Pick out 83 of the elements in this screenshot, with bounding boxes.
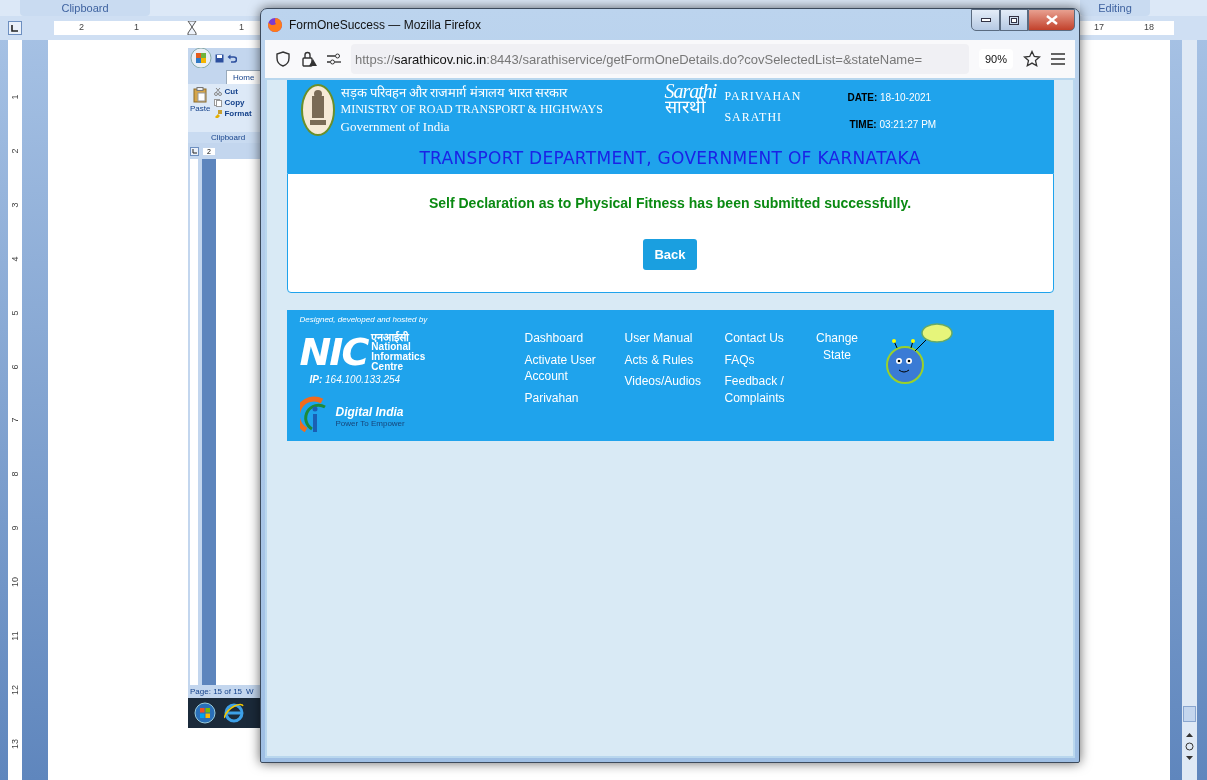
- parivahan-label: PARIVAHAN: [724, 89, 802, 104]
- ruler-number: 2: [79, 22, 84, 32]
- save-icon[interactable]: [215, 53, 224, 63]
- footer-link[interactable]: Dashboard: [524, 330, 625, 347]
- close-icon: [1045, 15, 1058, 25]
- ribbon-command[interactable]: Cut: [224, 87, 238, 96]
- tab-stop-icon: [8, 21, 22, 35]
- menu-icon[interactable]: [1051, 53, 1065, 65]
- back-button[interactable]: Back: [643, 239, 697, 270]
- ruler-number: 1: [239, 22, 244, 32]
- ministry-name: MINISTRY OF ROAD TRANSPORT & HIGHWAYS: [340, 101, 604, 118]
- ruler-number: 17: [1094, 22, 1104, 32]
- department-title: TRANSPORT DEPARTMENT, GOVERNMENT OF KARNATAKA: [418, 147, 922, 168]
- indent-marker-icon: [187, 21, 197, 35]
- ruler-number: 1: [10, 94, 20, 100]
- time-text: TIME: 03:21:27 PM: [849, 119, 937, 130]
- lock-warning-icon[interactable]: [301, 51, 317, 67]
- ribbon-command[interactable]: Format: [224, 109, 252, 118]
- clipboard-icon[interactable]: [193, 87, 208, 103]
- ruler-number: 10: [10, 577, 20, 588]
- ruler-number: 6: [10, 364, 20, 370]
- page-count: Page: 15 of 15: [190, 687, 243, 696]
- address-field[interactable]: https://sarathicov.nic.in:8443/sarathiservice/getFormOneDetails.do?covSelectedList=&stateName=: [351, 44, 969, 74]
- ruler-number: 9: [10, 525, 20, 531]
- previous-page-icon: [1185, 732, 1194, 738]
- footer-link[interactable]: Acts & Rules: [624, 351, 725, 368]
- ruler-number: 7: [10, 418, 20, 423]
- ruler-number: 5: [10, 310, 20, 316]
- footer-link[interactable]: Parivahan: [524, 389, 625, 406]
- ruler-number: 11: [10, 631, 20, 641]
- national-emblem-icon: [300, 84, 335, 136]
- scrollbar-thumb[interactable]: [1183, 706, 1196, 722]
- browser-e-icon[interactable]: [224, 703, 244, 723]
- footer-link[interactable]: Contact Us: [724, 330, 815, 347]
- maximize-button[interactable]: [1000, 9, 1028, 31]
- ribbon-tab[interactable]: Home: [226, 70, 262, 84]
- date-text: DATE: 18-10-2021: [847, 92, 933, 103]
- digital-india-logo: Digital India Power To Empower: [335, 404, 405, 428]
- success-message: Self Declaration as to Physical Fitness has been submitted successfully.: [428, 195, 912, 211]
- permissions-icon[interactable]: [327, 53, 341, 65]
- shield-icon[interactable]: [275, 51, 291, 67]
- star-icon[interactable]: [1023, 50, 1041, 68]
- scissors-icon[interactable]: [214, 87, 223, 96]
- paste-button[interactable]: Paste: [190, 104, 211, 113]
- government-name: Government of India: [340, 118, 451, 135]
- ruler-number: 3: [10, 202, 20, 208]
- ruler-number: 1: [134, 22, 139, 32]
- tab-stop-icon: [190, 146, 199, 156]
- minimize-icon: [980, 18, 991, 22]
- footer-link[interactable]: Change State: [814, 330, 860, 363]
- ribbon-command[interactable]: Copy: [224, 98, 245, 107]
- ruler-number: 4: [10, 256, 20, 262]
- ruler-number: 8: [10, 471, 20, 477]
- credit-text: Designed, developed and hosted by: [299, 315, 429, 324]
- office-button-icon[interactable]: [190, 48, 212, 69]
- sarathi-label: SARATHI: [724, 110, 784, 125]
- ip-address: IP: 164.100.133.254: [309, 374, 402, 385]
- word-count: W: [246, 687, 254, 696]
- maximize-icon: [1009, 15, 1019, 25]
- footer-link[interactable]: Activate User Account: [524, 351, 625, 385]
- mascot-drawing: [884, 323, 955, 385]
- ribbon-group-label: Editing: [1080, 0, 1150, 16]
- firefox-logo-icon: [267, 16, 283, 33]
- close-button[interactable]: [1028, 9, 1075, 31]
- footer-link[interactable]: FAQs: [724, 351, 815, 368]
- undo-icon[interactable]: [227, 53, 237, 63]
- footer-link[interactable]: User Manual: [624, 330, 725, 347]
- ruler-number: 13: [10, 739, 20, 749]
- ruler-number: 12: [10, 685, 20, 696]
- sarathi-logo: Sarathi सारथी: [664, 84, 717, 116]
- copy-icon[interactable]: [214, 98, 223, 107]
- ribbon-group-label: Clipboard: [20, 0, 150, 16]
- ruler-number: 2: [10, 148, 20, 154]
- footer-link[interactable]: Videos/Audios: [624, 373, 725, 390]
- minimize-button[interactable]: [971, 9, 1000, 31]
- footer-link[interactable]: Feedback / Complaints: [724, 373, 815, 406]
- next-page-icon: [1185, 755, 1194, 761]
- ministry-name-hindi: सड़क परिवहन और राजमार्ग मंत्रालय भारत सरकार: [340, 84, 569, 101]
- start-orb-icon[interactable]: [194, 702, 216, 724]
- browse-object-icon: [1185, 742, 1194, 751]
- zoom-level[interactable]: 90%: [978, 49, 1013, 69]
- window-title: FormOneSuccess — Mozilla Firefox: [289, 17, 483, 32]
- ruler-number: 18: [1144, 22, 1154, 32]
